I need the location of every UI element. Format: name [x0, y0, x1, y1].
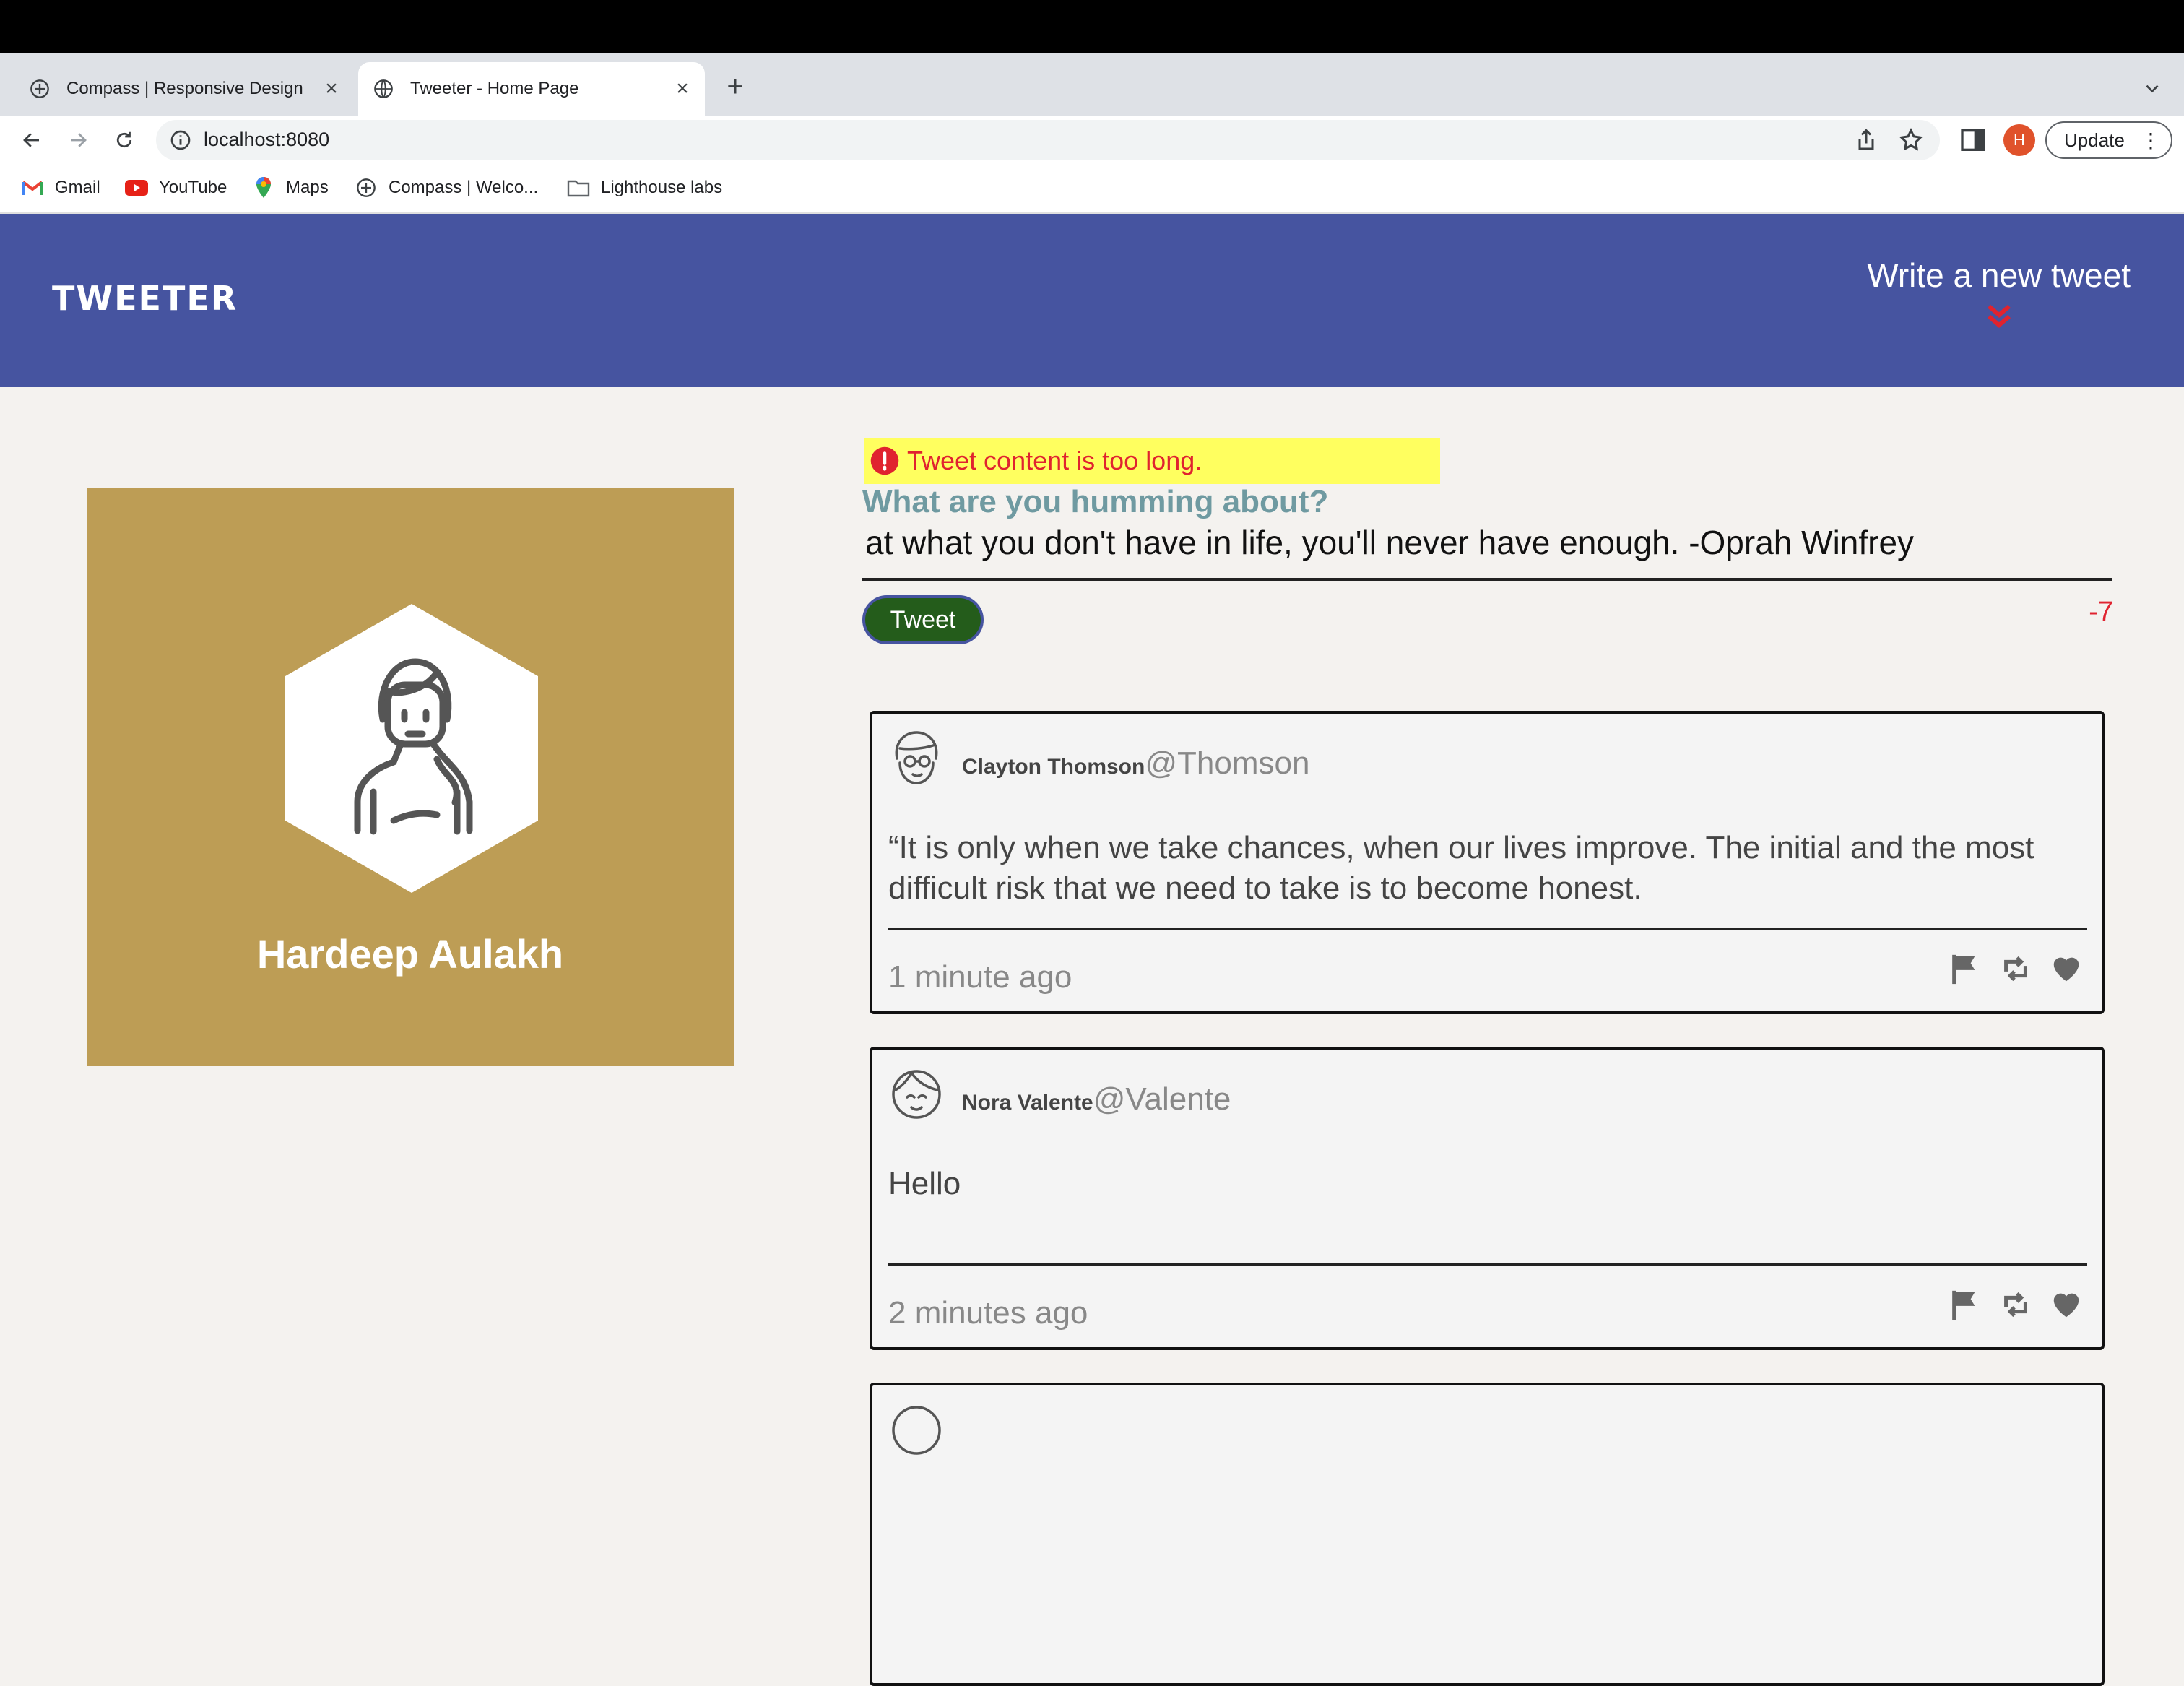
gmail-icon: [20, 177, 45, 199]
alert-icon: [870, 446, 899, 475]
tweet-handle: @Thomson: [1145, 745, 1310, 781]
tab-compass[interactable]: Compass | Responsive Design ×: [14, 62, 354, 116]
arrow-right-icon: [71, 133, 87, 147]
tweet-author-name: Clayton Thomson: [962, 755, 1145, 779]
reload-icon: [116, 131, 132, 148]
chevron-down-icon[interactable]: [2138, 74, 2167, 103]
character-counter: -7: [2089, 597, 2113, 627]
system-menu-bar: [0, 0, 2184, 53]
share-icon[interactable]: [1853, 127, 1879, 153]
info-icon[interactable]: [169, 129, 192, 152]
tab-strip: Compass | Responsive Design × Tweeter - …: [0, 53, 2184, 116]
youtube-icon: [124, 177, 149, 199]
arrow-left-icon: [23, 133, 39, 147]
retweet-icon[interactable]: [1999, 1288, 2032, 1321]
user-avatar-icon: [285, 604, 538, 893]
tweet-textarea[interactable]: at what you don't have in life, you'll n…: [862, 522, 2112, 581]
close-icon[interactable]: ×: [321, 77, 342, 100]
tab-tweeter[interactable]: Tweeter - Home Page ×: [358, 62, 705, 116]
bookmark-label: Maps: [286, 178, 329, 197]
flag-icon[interactable]: [1949, 952, 1982, 985]
folder-icon: [566, 177, 591, 199]
tweet-textarea-value: at what you don't have in life, you'll n…: [865, 524, 1915, 561]
more-icon[interactable]: ⋮: [2141, 129, 2161, 152]
heart-icon[interactable]: [2050, 952, 2083, 985]
user-avatar-icon: [895, 731, 938, 784]
browser-toolbar: localhost:8080 H Update ⋮: [0, 116, 2184, 165]
tweet-handle: @Valente: [1093, 1081, 1231, 1117]
bookmark-maps[interactable]: Maps: [251, 173, 329, 202]
tweet-text: “It is only when we take chances, when o…: [888, 830, 2034, 906]
update-label: Update: [2064, 129, 2125, 151]
tweet-actions: [1949, 952, 2083, 985]
url-text: localhost:8080: [204, 129, 330, 150]
tweet-article: [870, 1383, 2105, 1686]
write-new-tweet-link[interactable]: Write a new tweet: [1867, 256, 2131, 334]
tweet-timestamp: 2 minutes ago: [888, 1295, 1088, 1331]
tweet-timestamp: 1 minute ago: [888, 959, 1072, 995]
bookmark-lighthouse-labs[interactable]: Lighthouse labs: [566, 173, 722, 202]
retweet-icon[interactable]: [1999, 952, 2032, 985]
bookmark-label: YouTube: [159, 178, 228, 197]
compose-label: What are you humming about?: [862, 484, 1329, 519]
tweet-author-name: Nora Valente: [962, 1091, 1093, 1115]
tweet-actions: [1949, 1288, 2083, 1321]
bookmark-label: Gmail: [55, 178, 100, 197]
bookmark-label: Lighthouse labs: [601, 178, 723, 197]
compass-icon: [29, 78, 51, 100]
tweet-author: Nora Valente@Valente: [962, 1081, 1231, 1117]
close-icon[interactable]: ×: [672, 77, 693, 100]
tweet-article: Clayton Thomson@Thomson “It is only when…: [870, 711, 2105, 1014]
profile-avatar[interactable]: H: [2003, 124, 2035, 156]
divider: [888, 928, 2087, 930]
heart-icon[interactable]: [2050, 1288, 2083, 1321]
profile-card: Hardeep Aulakh: [87, 488, 734, 1066]
tab-title: Tweeter - Home Page: [410, 79, 579, 98]
brand-logo[interactable]: TWEETER: [52, 279, 238, 318]
tweet-button[interactable]: Tweet: [862, 595, 984, 644]
bookmark-youtube[interactable]: YouTube: [124, 173, 227, 202]
bookmark-gmail[interactable]: Gmail: [20, 173, 100, 202]
new-tab-button[interactable]: +: [719, 71, 751, 103]
divider: [888, 1263, 2087, 1266]
user-avatar-icon: [892, 1070, 941, 1119]
globe-icon: [373, 78, 394, 100]
flag-icon[interactable]: [1949, 1288, 1982, 1321]
update-button[interactable]: Update ⋮: [2045, 121, 2172, 159]
side-panel-icon[interactable]: [1959, 126, 1988, 155]
profile-name: Hardeep Aulakh: [256, 931, 564, 977]
star-icon[interactable]: [1898, 127, 1924, 153]
site-header: TWEETER Write a new tweet: [0, 214, 2184, 387]
user-avatar-icon: [892, 1406, 941, 1455]
compass-icon: [354, 177, 378, 199]
error-text: Tweet content is too long.: [907, 446, 1202, 475]
tab-title: Compass | Responsive Design: [66, 79, 303, 98]
tweet-author: Clayton Thomson@Thomson: [962, 745, 1309, 782]
tweet-article: Nora Valente@Valente Hello 2 minutes ago: [870, 1047, 2105, 1350]
address-bar[interactable]: localhost:8080: [156, 120, 1940, 160]
reload-button[interactable]: [105, 121, 143, 159]
double-chevron-down-icon[interactable]: [1982, 299, 2016, 334]
bookmark-label: Compass | Welco...: [389, 178, 539, 197]
back-button[interactable]: [13, 121, 51, 159]
bookmark-compass[interactable]: Compass | Welco...: [354, 173, 538, 202]
bookmarks-bar: Gmail YouTube Maps Compass | Welco... Li…: [0, 165, 2184, 214]
maps-icon: [251, 177, 276, 199]
forward-button[interactable]: [59, 121, 97, 159]
tweet-text: Hello: [888, 1166, 961, 1201]
write-new-tweet-label: Write a new tweet: [1867, 256, 2131, 294]
error-message: Tweet content is too long.: [864, 438, 1440, 484]
